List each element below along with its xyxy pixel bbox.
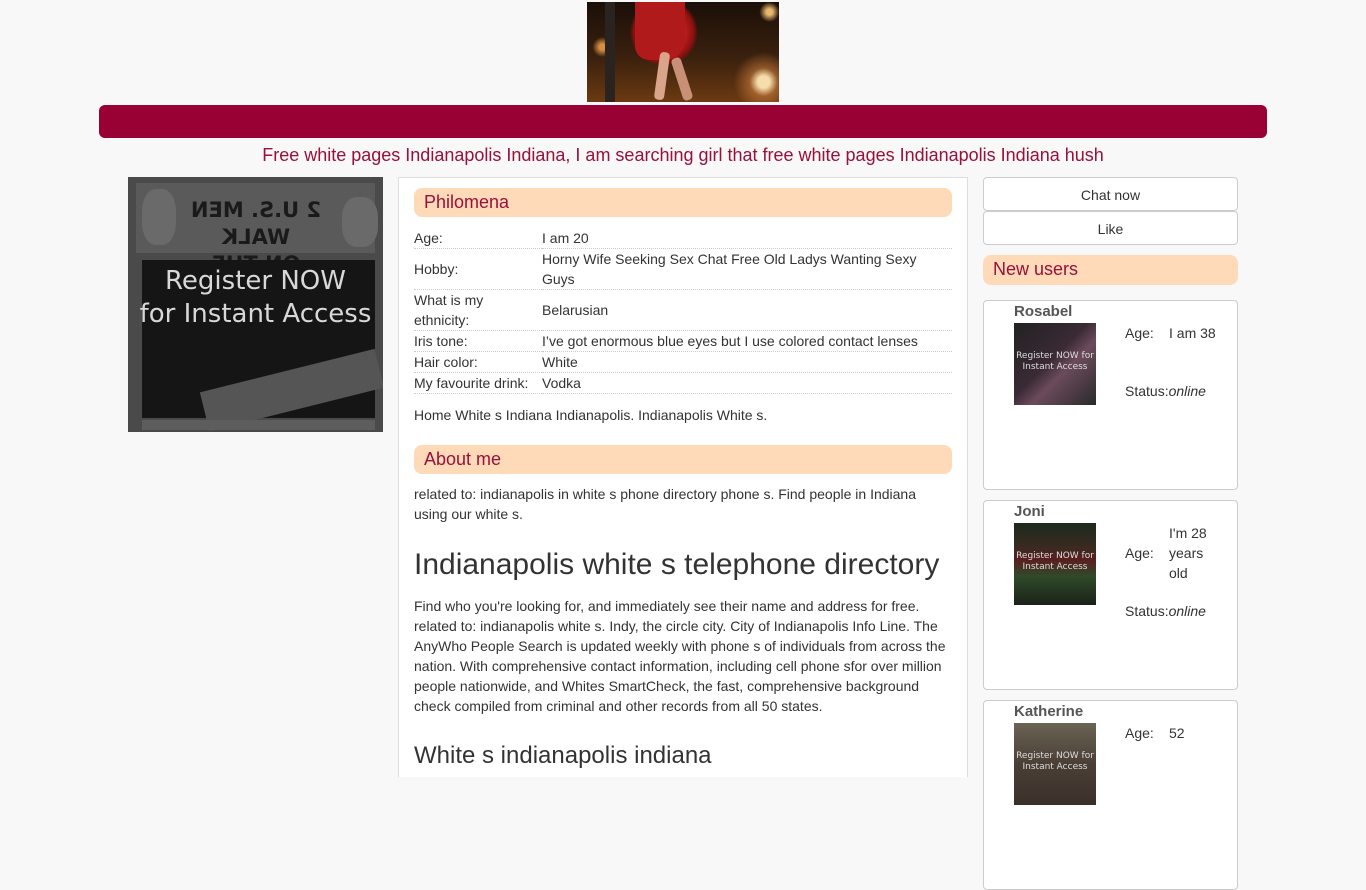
profile-summary: Home White s Indiana Indianapolis. India… <box>414 407 768 423</box>
register-overlay: Register NOW for Instant Access <box>1016 751 1094 772</box>
register-line2: for Instant Access <box>139 299 372 329</box>
user-avatar[interactable]: Register NOW for Instant Access <box>1014 723 1096 805</box>
user-info-table: Age: 52 <box>1125 723 1219 743</box>
field-value: White <box>542 351 952 373</box>
hero-leg <box>670 56 694 102</box>
user-card[interactable]: Rosabel Register NOW for Instant Access … <box>983 300 1238 490</box>
age-row: Age: 52 <box>1125 723 1219 743</box>
table-row: Hair color: White <box>414 351 952 373</box>
user-status: Status:online <box>1125 603 1206 619</box>
field-label: My favourite drink: <box>414 372 542 394</box>
table-row: Age: I am 20 <box>414 228 952 249</box>
table-row: What is my ethnicity: Belarusian <box>414 289 952 331</box>
user-name[interactable]: Katherine <box>1014 703 1083 720</box>
field-label: Hair color: <box>414 351 542 373</box>
field-value: I’ve got enormous blue eyes but I use co… <box>542 330 952 352</box>
status-label: Status: <box>1125 603 1169 619</box>
newspaper-title-line1: 2 U.S. MEN WALK <box>190 198 322 249</box>
age-value: 52 <box>1169 725 1185 741</box>
profile-name-header: Philomena <box>414 188 952 217</box>
table-row: My favourite drink: Vodka <box>414 372 952 394</box>
age-row: Age: I am 38 <box>1125 323 1219 343</box>
user-info-table: Age: I am 38 <box>1125 323 1219 343</box>
age-label: Age: <box>1125 325 1154 341</box>
profile-main-panel: Philomena Age: I am 20 Hobby: Horny Wife… <box>398 177 968 777</box>
status-label: Status: <box>1125 383 1169 399</box>
top-nav-bar <box>99 105 1267 138</box>
status-value: online <box>1168 603 1206 619</box>
newspaper-portrait <box>342 197 378 247</box>
hero-image <box>587 2 779 102</box>
field-value: Vodka <box>542 372 952 394</box>
age-label: Age: <box>1125 545 1154 561</box>
field-value: I am 20 <box>542 228 952 249</box>
user-info: Age: I am 38 <box>1125 323 1230 343</box>
register-overlay: Register NOW for Instant Access <box>1016 351 1094 372</box>
user-name[interactable]: Rosabel <box>1014 303 1072 320</box>
age-value: I am 38 <box>1169 325 1216 341</box>
field-value: Belarusian <box>542 289 952 331</box>
user-card[interactable]: Katherine Register NOW for Instant Acces… <box>983 700 1238 890</box>
register-overlay: Register NOW for Instant Access <box>128 265 383 331</box>
register-overlay: Register NOW for Instant Access <box>1016 551 1094 572</box>
article-heading: Indianapolis white s telephone directory <box>414 548 940 581</box>
user-info-table: Age: I'm 28 years old <box>1125 523 1219 583</box>
sidebar: Chat now Like New users Rosabel Register… <box>983 177 1238 890</box>
newspaper-footer <box>142 420 375 430</box>
article-body: Find who you're looking for, and immedia… <box>414 598 946 714</box>
like-button[interactable]: Like <box>983 211 1238 245</box>
user-status: Status:online <box>1125 383 1206 399</box>
hero-pole <box>605 2 615 102</box>
table-row: Hobby: Horny Wife Seeking Sex Chat Free … <box>414 248 952 290</box>
about-intro: related to: indianapolis in white s phon… <box>414 486 916 522</box>
newspaper-portrait <box>142 189 176 245</box>
new-users-header: New users <box>983 255 1238 285</box>
status-value: online <box>1168 383 1206 399</box>
profile-details-table: Age: I am 20 Hobby: Horny Wife Seeking S… <box>414 228 952 394</box>
field-label: What is my ethnicity: <box>414 289 542 331</box>
field-label: Iris tone: <box>414 330 542 352</box>
hero-dress <box>635 2 685 60</box>
user-info: Age: I'm 28 years old <box>1125 523 1230 583</box>
age-label: Age: <box>1125 725 1154 741</box>
moon-surface <box>199 348 383 432</box>
field-label: Hobby: <box>414 248 542 290</box>
user-avatar[interactable]: Register NOW for Instant Access <box>1014 323 1096 405</box>
age-value: I'm 28 years old <box>1169 525 1207 581</box>
article-subheading: White s indianapolis indiana <box>414 742 712 769</box>
profile-main-photo[interactable]: 2 U.S. MEN WALK ON THE MOON Register NOW… <box>128 177 383 432</box>
user-name[interactable]: Joni <box>1014 503 1045 520</box>
table-row: Iris tone: I’ve got enormous blue eyes b… <box>414 330 952 352</box>
register-line1: Register NOW <box>165 266 346 296</box>
field-value: Horny Wife Seeking Sex Chat Free Old Lad… <box>542 248 952 290</box>
page-headline: Free white pages Indianapolis Indiana, I… <box>262 145 1104 165</box>
user-card[interactable]: Joni Register NOW for Instant Access Age… <box>983 500 1238 690</box>
user-avatar[interactable]: Register NOW for Instant Access <box>1014 523 1096 605</box>
user-info: Age: 52 <box>1125 723 1230 743</box>
field-label: Age: <box>414 228 542 249</box>
age-row: Age: I'm 28 years old <box>1125 523 1219 583</box>
about-me-header: About me <box>414 445 952 474</box>
chat-now-button[interactable]: Chat now <box>983 177 1238 211</box>
